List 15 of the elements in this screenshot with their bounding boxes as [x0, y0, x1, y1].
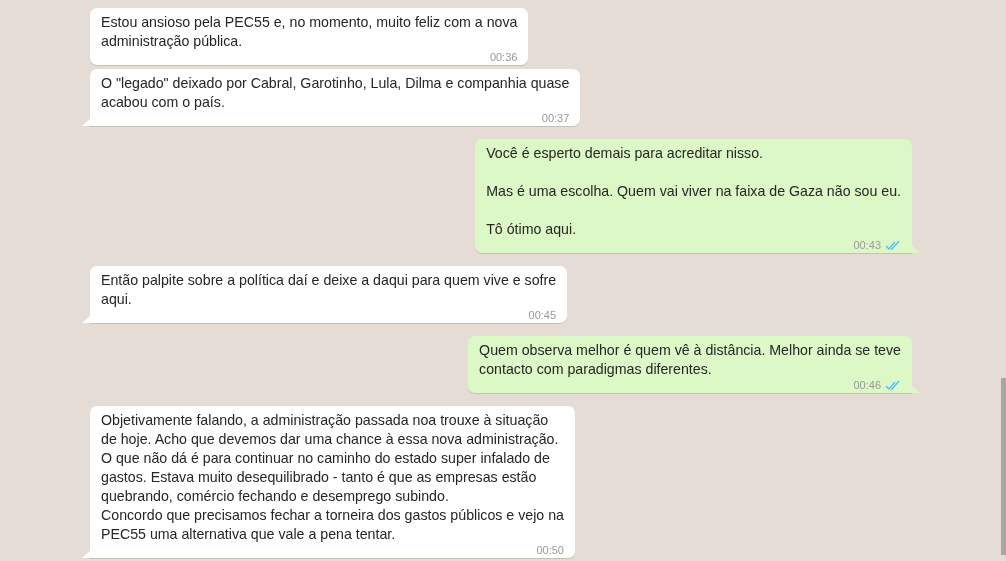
- message-text: Então palpite sobre a política daí e deixe a daqui para quem vive e sofre aqui.: [101, 271, 557, 309]
- message-time: 00:46: [853, 379, 881, 391]
- message-time: 00:36: [489, 51, 518, 63]
- message-text: Quem observa melhor é quem vê à distância. Melhor ainda se teve contacto com paradigmas diferentes.: [479, 341, 901, 379]
- message-time: 00:43: [853, 239, 881, 251]
- message-text: Objetivamente falando, a administração passada noa trouxe à situação de hoje. Acho que devemos dar uma chance à essa nova administração. O que não dá é para continuar no caminho do estado super infalado de gastos. Estava muito desequilibrado - tanto é que as empresas estão quebrando, comércio fechando e desemprego subindo. Concordo que precisamos fechar a torneira dos gastos públicos e vejo na PEC55 uma alternativa que vale a pena tentar.: [101, 411, 564, 544]
- scrollbar[interactable]: [1001, 378, 1006, 555]
- message-time: 00:37: [541, 112, 570, 124]
- message-text: O "legado" deixado por Cabral, Garotinho, Lula, Dilma e companhia quase acabou com o país.: [101, 74, 570, 112]
- message-text: Estou ansioso pela PEC55 e, no momento, muito feliz com a nova administração pública.: [101, 13, 518, 51]
- message-time: 00:45: [528, 309, 557, 321]
- message-text: Tô ótimo aqui.: [486, 220, 578, 239]
- message-text: Mas é uma escolha. Quem vai viver na faixa de Gaza não sou eu.: [486, 182, 901, 201]
- message-time: 00:50: [536, 544, 564, 556]
- message-text: Você é esperto demais para acreditar nisso.: [486, 144, 764, 163]
